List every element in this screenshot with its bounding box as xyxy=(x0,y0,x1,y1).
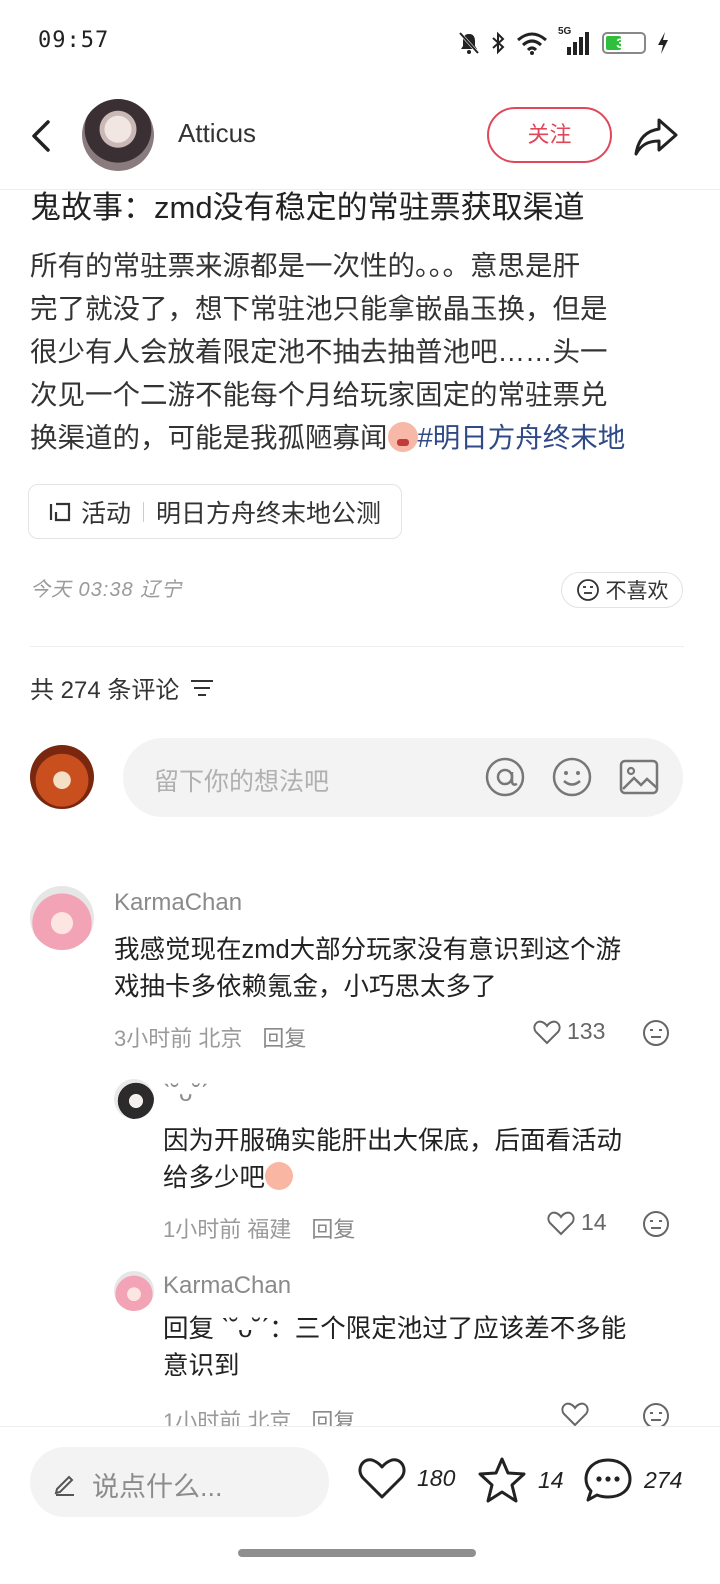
emoji-icon[interactable] xyxy=(550,755,594,799)
say-something-placeholder: 说点什么... xyxy=(92,1472,223,1502)
post-body-line: 很少有人会放着限定池不抽去抽普池吧……头一 xyxy=(30,336,608,367)
battery-text: 38 xyxy=(616,35,632,51)
comment-location: 福建 xyxy=(247,1217,292,1242)
post-meta: 今天 03:38 辽宁 xyxy=(30,579,183,601)
crying-emoji-icon xyxy=(265,1162,294,1190)
comment-text-part: 给多少吧 xyxy=(163,1164,266,1192)
hashtag-link[interactable]: #明日方舟终末地 xyxy=(418,422,626,453)
divider xyxy=(30,646,684,647)
image-icon[interactable] xyxy=(617,755,661,799)
star-icon xyxy=(478,1457,526,1503)
pen-icon xyxy=(54,1475,74,1496)
author-avatar[interactable] xyxy=(82,99,154,171)
commenter-avatar[interactable] xyxy=(114,1079,154,1119)
heart-icon xyxy=(358,1458,406,1499)
activity-icon xyxy=(49,502,71,521)
heart-icon xyxy=(547,1211,575,1235)
battery-icon: 38 xyxy=(602,32,646,54)
post-title: 鬼故事：zmd没有稳定的常驻票获取渠道 xyxy=(30,190,585,225)
comment-dislike-icon[interactable] xyxy=(642,1019,670,1047)
comment-text-line: 戏抽卡多依赖氪金，小巧思太多了 xyxy=(114,973,497,1001)
comment-text-line-last: 给多少吧 xyxy=(163,1160,683,1197)
post-body-line-last: 换渠道的，可能是我孤陋寡闻 #明日方舟终末地 xyxy=(30,416,688,459)
bottom-action-bar: 说点什么... 180 14 274 xyxy=(0,1426,720,1584)
share-icon[interactable] xyxy=(632,112,680,160)
activity-tag-label: 活动 xyxy=(81,499,132,528)
mute-icon xyxy=(458,31,480,55)
favorite-count: 14 xyxy=(538,1466,564,1493)
dislike-button[interactable]: 不喜欢 xyxy=(561,572,683,608)
reply-button[interactable]: 回复 xyxy=(262,1021,306,1053)
activity-tag[interactable]: 活动 明日方舟终末地公测 xyxy=(28,484,403,539)
comment-bubble-icon xyxy=(584,1458,632,1502)
wifi-icon xyxy=(517,32,547,55)
post-header: Atticus 关注 xyxy=(0,86,720,190)
heart-icon xyxy=(561,1402,589,1427)
comment-text[interactable]: 回复 ˋ˘ᴗ˘ˊ：三个限定池过了应该差不多能 意识到 xyxy=(163,1311,683,1385)
home-indicator[interactable] xyxy=(238,1549,476,1557)
comment-time: 1小时前 xyxy=(163,1217,242,1242)
status-time: 09:57 xyxy=(38,28,110,53)
sort-icon[interactable] xyxy=(189,677,215,699)
commenter-name[interactable]: ˋ˘ᴗ˘ˊ xyxy=(163,1080,208,1108)
author-name[interactable]: Atticus xyxy=(178,118,256,149)
comment-time: 3小时前 xyxy=(114,1026,193,1051)
say-something-input[interactable]: 说点什么... xyxy=(30,1447,329,1517)
comment-text-line: 因为开服确实能肝出大保底，后面看活动 xyxy=(163,1127,623,1155)
comment-text[interactable]: 我感觉现在zmd大部分玩家没有意识到这个游 戏抽卡多依赖氪金，小巧思太多了 xyxy=(114,932,674,1006)
back-icon[interactable] xyxy=(24,116,60,156)
comment-text-line: 意识到 xyxy=(163,1352,240,1380)
status-icons: 5G 38 xyxy=(458,26,670,58)
neutral-face-icon xyxy=(576,579,599,601)
crying-emoji-icon xyxy=(387,422,418,452)
mention-icon[interactable] xyxy=(483,755,527,799)
bluetooth-icon xyxy=(492,31,505,55)
comment-like-button[interactable] xyxy=(561,1401,589,1427)
comment-like-button[interactable]: 133 xyxy=(533,1018,605,1045)
activity-tag-name: 明日方舟终末地公测 xyxy=(156,499,382,528)
comment-count-bottom: 274 xyxy=(644,1466,683,1493)
post-body-line: 所有的常驻票来源都是一次性的。。。意思是肝 xyxy=(30,250,580,281)
dislike-label: 不喜欢 xyxy=(605,580,669,603)
comment-text[interactable]: 因为开服确实能肝出大保底，后面看活动 给多少吧 xyxy=(163,1123,683,1197)
commenter-name[interactable]: KarmaChan xyxy=(114,889,242,917)
follow-button[interactable]: 关注 xyxy=(487,107,612,163)
comment-dislike-icon[interactable] xyxy=(642,1210,670,1238)
post-body-text: 换渠道的，可能是我孤陋寡闻 xyxy=(30,422,388,453)
post-body-line: 次见一个二游不能每个月给玩家固定的常驻票兑 xyxy=(30,379,608,410)
heart-icon xyxy=(533,1020,561,1044)
comment-count: 共 274 条评论 xyxy=(30,670,215,705)
comment-text-line: 我感觉现在zmd大部分玩家没有意识到这个游 xyxy=(114,936,622,964)
comment-count-label: 共 274 条评论 xyxy=(30,677,180,704)
reply-button[interactable]: 回复 xyxy=(311,1212,355,1244)
charging-icon xyxy=(658,32,668,54)
status-bar: 09:57 5G 38 xyxy=(0,0,720,86)
comment-text-line: 回复 ˋ˘ᴗ˘ˊ：三个限定池过了应该差不多能 xyxy=(163,1315,627,1343)
comment-meta: 1小时前 福建 回复 xyxy=(163,1212,355,1244)
comment-like-button[interactable]: 14 xyxy=(547,1209,607,1236)
post-body-line: 完了就没了，想下常驻池只能拿嵌晶玉换，但是 xyxy=(30,293,608,324)
comment-input[interactable]: 留下你的想法吧 xyxy=(123,738,683,817)
my-avatar xyxy=(30,745,94,809)
comment-meta: 3小时前 北京 回复 xyxy=(114,1021,306,1053)
comment-input-placeholder: 留下你的想法吧 xyxy=(154,768,330,796)
commenter-avatar[interactable] xyxy=(114,1271,154,1311)
comment-like-count: 14 xyxy=(581,1209,607,1235)
like-count: 180 xyxy=(417,1464,456,1491)
comment-like-count: 133 xyxy=(567,1018,606,1044)
favorite-button[interactable]: 14 xyxy=(476,1455,564,1505)
like-button[interactable]: 180 xyxy=(357,1455,455,1501)
comment-location: 北京 xyxy=(198,1026,243,1051)
commenter-name[interactable]: KarmaChan xyxy=(163,1272,291,1300)
comment-button[interactable]: 274 xyxy=(582,1455,682,1505)
signal-icon: 5G xyxy=(558,26,592,56)
post-body: 所有的常驻票来源都是一次性的。。。意思是肝 完了就没了，想下常驻池只能拿嵌晶玉换… xyxy=(30,244,688,459)
chip-separator xyxy=(143,501,145,522)
commenter-avatar[interactable] xyxy=(30,886,94,950)
